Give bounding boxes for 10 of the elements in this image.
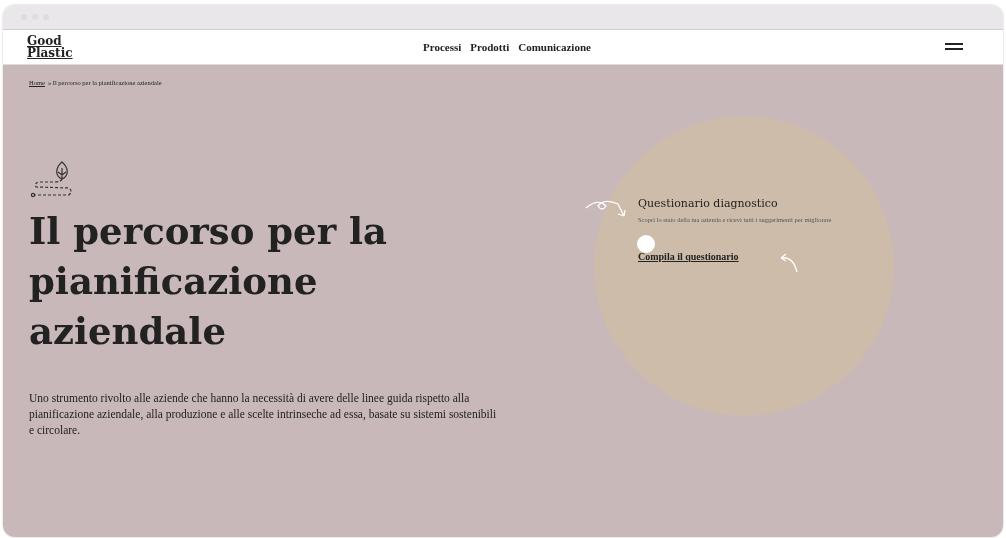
menu-icon[interactable] — [945, 43, 963, 51]
card-title: Questionario diagnostico — [638, 196, 779, 210]
nav-link[interactable]: Comunicazione — [518, 41, 591, 53]
page-title: Il percorso per la pianificazione aziendale — [29, 208, 389, 355]
nav-link[interactable]: Processi — [423, 41, 462, 53]
hero-description: Uno strumento rivolto alle aziende che hanno la necessità di avere delle linee guida rispetto alla pianificazione aziendale, alla produzione e alle scelte intrinseche ad essa, basate su sistemi sostenibili e circolare. — [29, 391, 498, 438]
highlight-dot — [637, 234, 655, 253]
nav-link[interactable]: Prodotti — [470, 41, 510, 53]
questionnaire-link[interactable]: Compila il questionario — [638, 251, 739, 262]
logo-link[interactable]: Good Plastic — [27, 35, 73, 59]
